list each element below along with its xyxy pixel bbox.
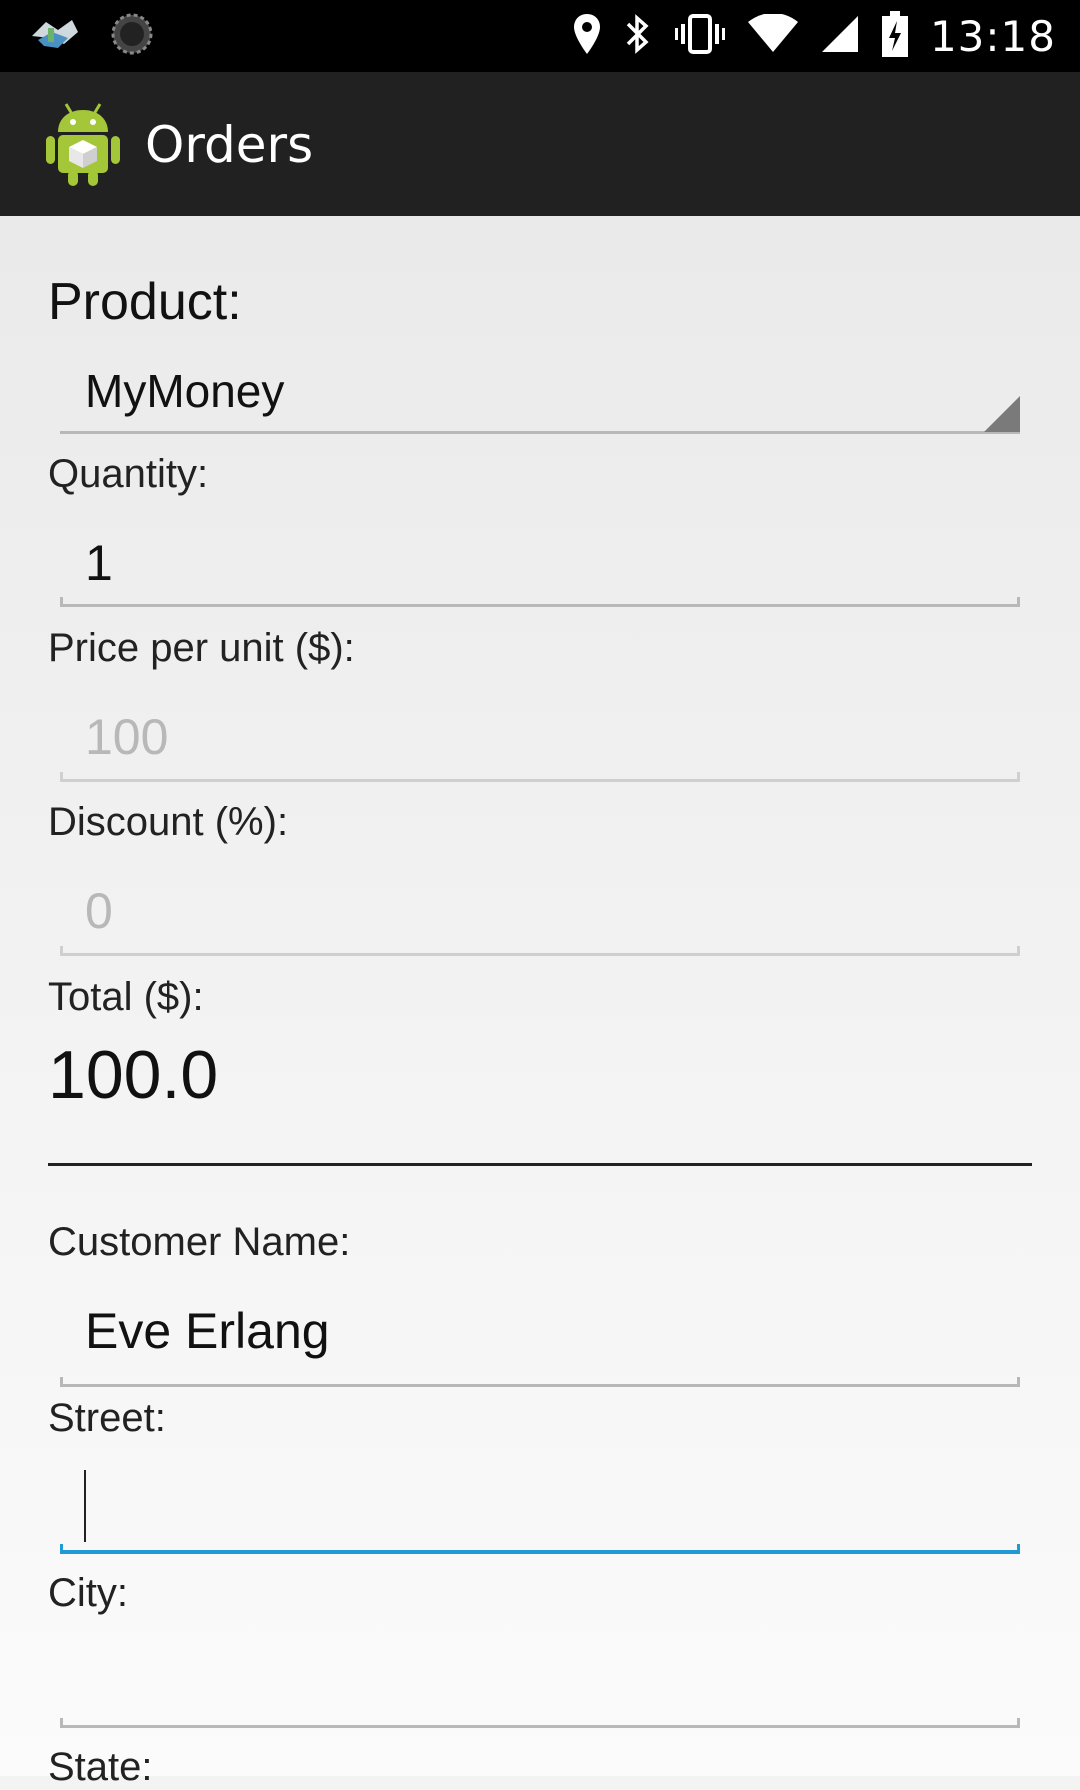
- android-app-icon[interactable]: [44, 100, 122, 188]
- app-notification-icon: [28, 14, 82, 58]
- order-form: Product: MyMoney Quantity: 1 Price per u…: [0, 216, 1080, 1789]
- sync-icon: [110, 12, 154, 60]
- page-title: Orders: [145, 116, 314, 174]
- city-field-underline: [60, 1718, 1020, 1728]
- price-field-value: 100: [85, 709, 169, 765]
- text-cursor: [84, 1470, 86, 1542]
- customer-name-field-underline: [60, 1377, 1020, 1387]
- customer-name-field-value: Eve Erlang: [85, 1303, 330, 1359]
- city-label: City:: [48, 1571, 128, 1615]
- price-label: Price per unit ($):: [48, 626, 355, 670]
- status-clock: 13:18: [929, 11, 1056, 61]
- battery-charging-icon: [881, 11, 908, 61]
- discount-label: Discount (%):: [48, 800, 289, 844]
- section-divider: [48, 1163, 1032, 1166]
- signal-icon: [820, 14, 860, 58]
- product-spinner-underline: [60, 431, 1020, 434]
- vibrate-icon: [674, 12, 726, 60]
- dropdown-arrow-icon: [984, 396, 1020, 432]
- product-spinner-value: MyMoney: [85, 365, 285, 417]
- discount-field-underline: [60, 946, 1020, 956]
- wifi-icon: [747, 13, 798, 58]
- total-value: 100.0: [48, 1037, 219, 1113]
- quantity-label: Quantity:: [48, 452, 209, 496]
- total-label: Total ($):: [48, 975, 204, 1019]
- state-label: State:: [48, 1745, 153, 1789]
- customer-name-label: Customer Name:: [48, 1220, 351, 1264]
- location-icon: [572, 12, 602, 60]
- discount-field-value: 0: [85, 883, 113, 939]
- quantity-field-underline: [60, 597, 1020, 607]
- quantity-field-value: 1: [85, 535, 113, 591]
- status-bar: 13:18: [0, 0, 1080, 72]
- price-field-underline: [60, 772, 1020, 782]
- product-label: Product:: [48, 273, 242, 331]
- street-field-underline: [60, 1544, 1020, 1554]
- bluetooth-icon: [624, 12, 652, 60]
- action-bar: Orders: [0, 72, 1080, 216]
- street-label: Street:: [48, 1396, 166, 1440]
